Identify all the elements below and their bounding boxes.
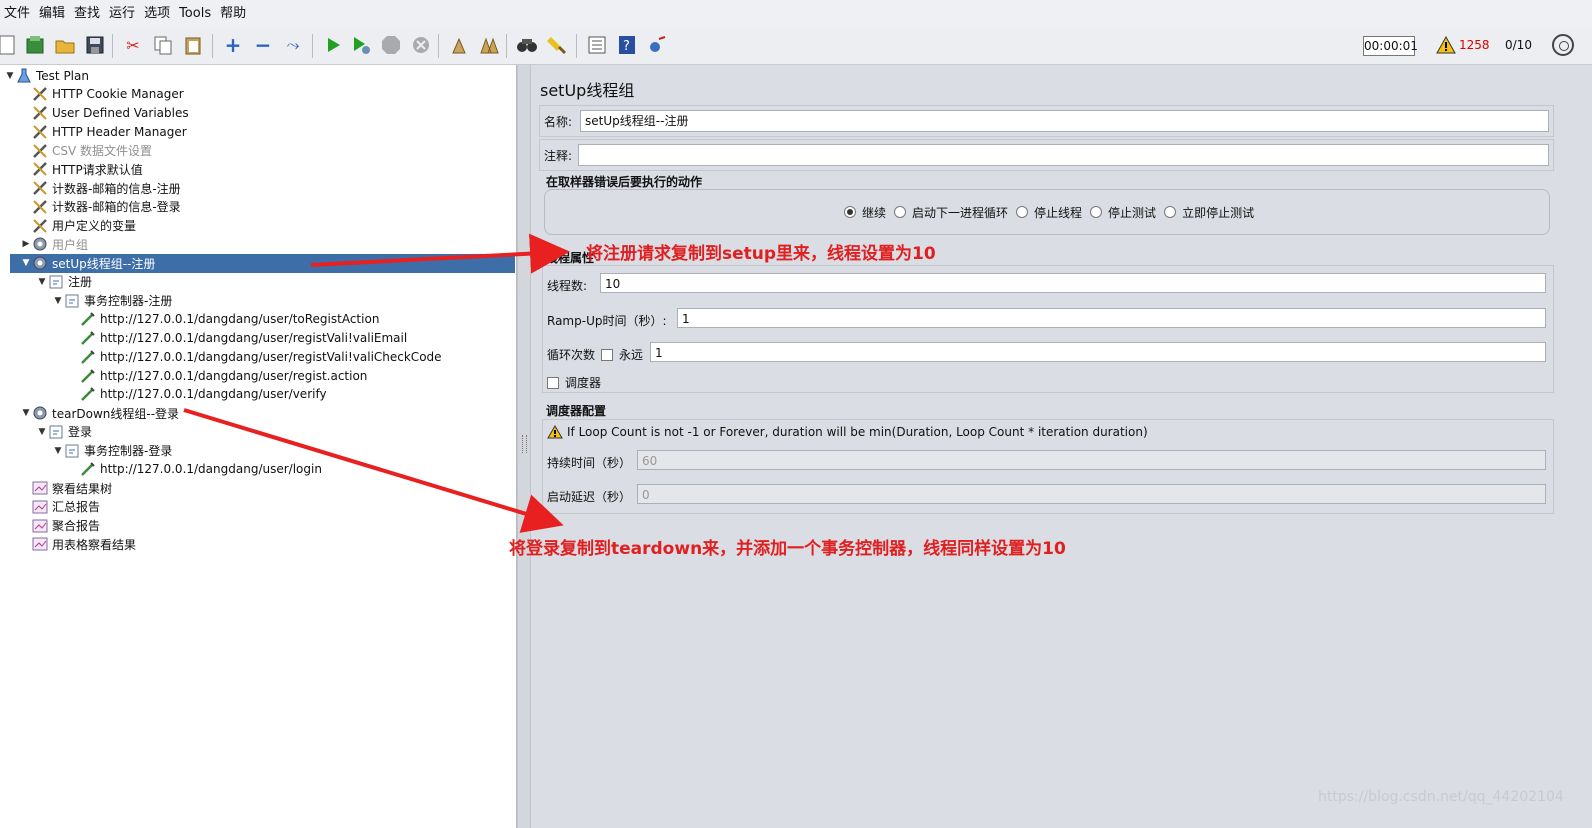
setup-annotation: 将注册请求复制到setup里来，线程设置为10 (586, 244, 936, 264)
teardown-annotation: 将登录复制到teardown来，并添加一个事务控制器，线程同样设置为10 (509, 539, 1066, 559)
annotation-arrows (183, 233, 570, 533)
teardown-arrow (183, 408, 564, 533)
setup-arrow (310, 233, 570, 274)
watermark: https://blog.csdn.net/qq_44202104 (1318, 789, 1564, 805)
